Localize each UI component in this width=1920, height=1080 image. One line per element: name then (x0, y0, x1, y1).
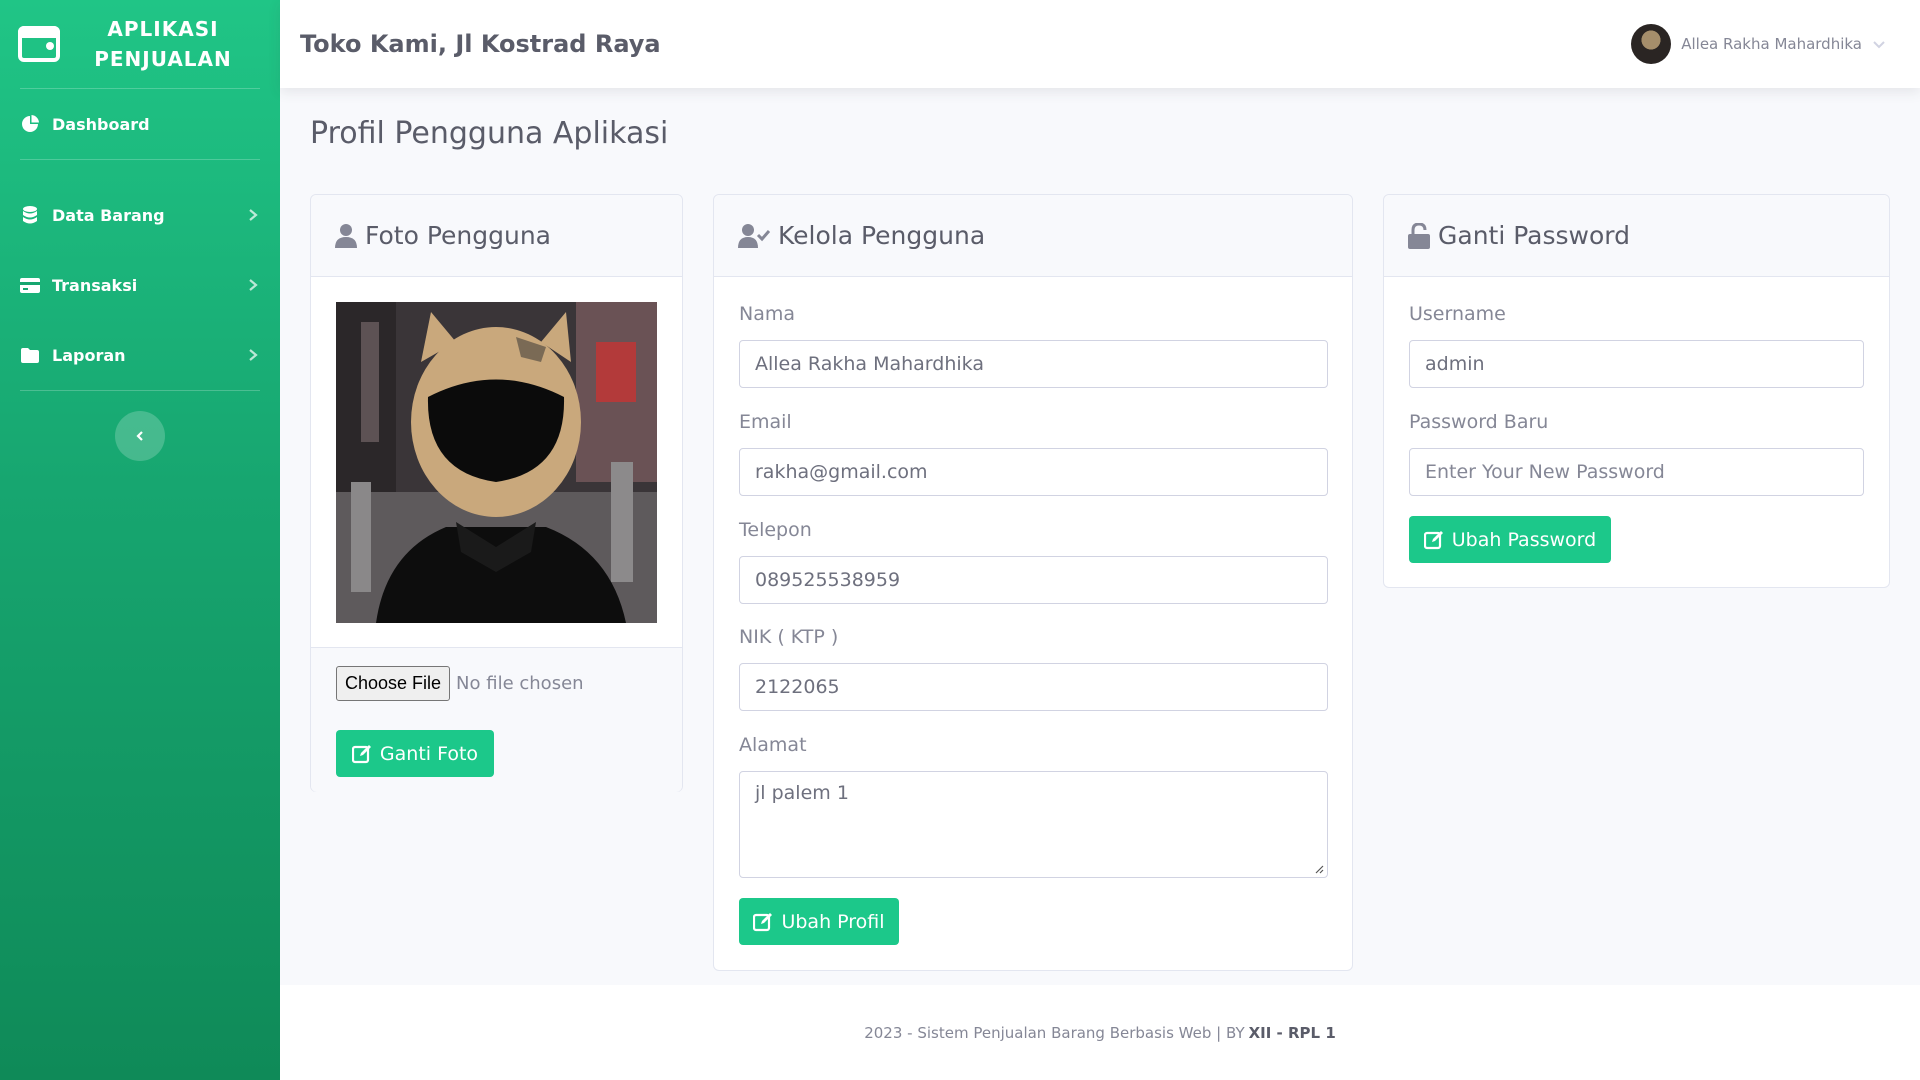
sidebar-item-label: Dashboard (52, 114, 150, 134)
sidebar-divider (20, 159, 260, 160)
store-name: Toko Kami, Jl Kostrad Raya (300, 30, 661, 58)
topbar: Toko Kami, Jl Kostrad Raya Allea Rakha M… (280, 0, 1920, 88)
user-dropdown[interactable]: Allea Rakha Mahardhika (1631, 24, 1886, 64)
card-header: Kelola Pengguna (714, 195, 1352, 277)
wallet-icon (18, 26, 60, 62)
nik-label: NIK ( KTP ) (739, 626, 839, 648)
button-label: Ubah Profil (781, 910, 885, 933)
kelola-pengguna-card: Kelola Pengguna Nama Allea Rakha Mahardh… (713, 194, 1353, 971)
ubah-password-button[interactable]: Ubah Password (1409, 516, 1611, 563)
alamat-textarea[interactable]: jl palem 1 (739, 771, 1328, 878)
ubah-profil-button[interactable]: Ubah Profil (739, 898, 899, 945)
sidebar-item-transaksi[interactable]: Transaksi (0, 250, 280, 320)
folder-icon (20, 346, 40, 364)
sidebar-item-label: Laporan (52, 345, 126, 365)
database-icon (20, 206, 40, 224)
telepon-field[interactable]: 089525538959 (739, 556, 1328, 604)
sidebar-item-laporan[interactable]: Laporan (0, 320, 280, 390)
email-label: Email (739, 411, 792, 433)
button-label: Ganti Foto (379, 742, 479, 765)
photo-card: Foto Pengguna Choose File No file chosen… (310, 194, 683, 792)
edit-icon (753, 912, 773, 932)
dashboard-icon (20, 115, 40, 133)
sidebar: APLIKASI PENJUALAN Dashboard Data Barang… (0, 0, 280, 1080)
brand-title: APLIKASI PENJUALAN (60, 14, 280, 74)
credit-card-icon (20, 276, 40, 294)
chevron-right-icon (249, 209, 258, 221)
edit-icon (351, 744, 372, 764)
username-label: Username (1409, 303, 1506, 325)
sidebar-item-data-barang[interactable]: Data Barang (0, 180, 280, 250)
chevron-down-icon (1873, 41, 1885, 49)
chevron-right-icon (249, 279, 258, 291)
ganti-foto-button[interactable]: Ganti Foto (336, 730, 494, 777)
footer-text: 2023 - Sistem Penjualan Barang Berbasis … (864, 1023, 1245, 1042)
telepon-label: Telepon (739, 519, 812, 541)
button-label: Ubah Password (1451, 528, 1597, 551)
card-title: Kelola Pengguna (778, 221, 986, 250)
user-check-icon (738, 223, 770, 248)
card-title: Foto Pengguna (365, 221, 551, 250)
file-input[interactable]: Choose File No file chosen (336, 663, 657, 703)
unlock-icon (1408, 222, 1430, 249)
brand[interactable]: APLIKASI PENJUALAN (0, 0, 280, 88)
user-icon (335, 223, 357, 248)
sidebar-divider (20, 390, 260, 391)
footer-credit: XII - RPL 1 (1248, 1023, 1336, 1042)
email-field[interactable]: rakha@gmail.com (739, 448, 1328, 496)
new-password-field[interactable]: Enter Your New Password (1409, 448, 1864, 496)
sidebar-item-dashboard[interactable]: Dashboard (0, 89, 280, 159)
card-title: Ganti Password (1438, 221, 1631, 250)
avatar (1631, 24, 1672, 64)
nik-field[interactable]: 2122065 (739, 663, 1328, 711)
file-status: No file chosen (456, 672, 584, 694)
profile-photo-illustration (336, 302, 657, 623)
profile-photo (336, 302, 657, 623)
card-header: Ganti Password (1384, 195, 1889, 277)
footer: 2023 - Sistem Penjualan Barang Berbasis … (280, 985, 1920, 1080)
ganti-password-card: Ganti Password Username admin Password B… (1383, 194, 1890, 588)
photo-upload-form: Choose File No file chosen Ganti Foto (311, 647, 682, 792)
brand-title-line1: APLIKASI (107, 17, 219, 41)
nama-label: Nama (739, 303, 796, 325)
alamat-value: jl palem 1 (755, 782, 849, 804)
sidebar-toggle-button[interactable] (115, 411, 165, 461)
password-label: Password Baru (1409, 411, 1549, 433)
page-title: Profil Pengguna Aplikasi (310, 116, 669, 151)
user-name: Allea Rakha Mahardhika (1681, 35, 1862, 53)
chevron-right-icon (249, 349, 258, 361)
card-header: Foto Pengguna (311, 195, 682, 277)
username-field[interactable]: admin (1409, 340, 1864, 388)
brand-title-line2: PENJUALAN (94, 47, 232, 71)
sidebar-item-label: Transaksi (52, 275, 138, 295)
resize-grip-icon[interactable] (1314, 864, 1324, 874)
edit-icon (1423, 530, 1444, 550)
sidebar-item-label: Data Barang (52, 205, 165, 225)
nama-field[interactable]: Allea Rakha Mahardhika (739, 340, 1328, 388)
chevron-left-icon (136, 431, 143, 441)
alamat-label: Alamat (739, 734, 807, 756)
choose-file-button[interactable]: Choose File (336, 665, 451, 701)
